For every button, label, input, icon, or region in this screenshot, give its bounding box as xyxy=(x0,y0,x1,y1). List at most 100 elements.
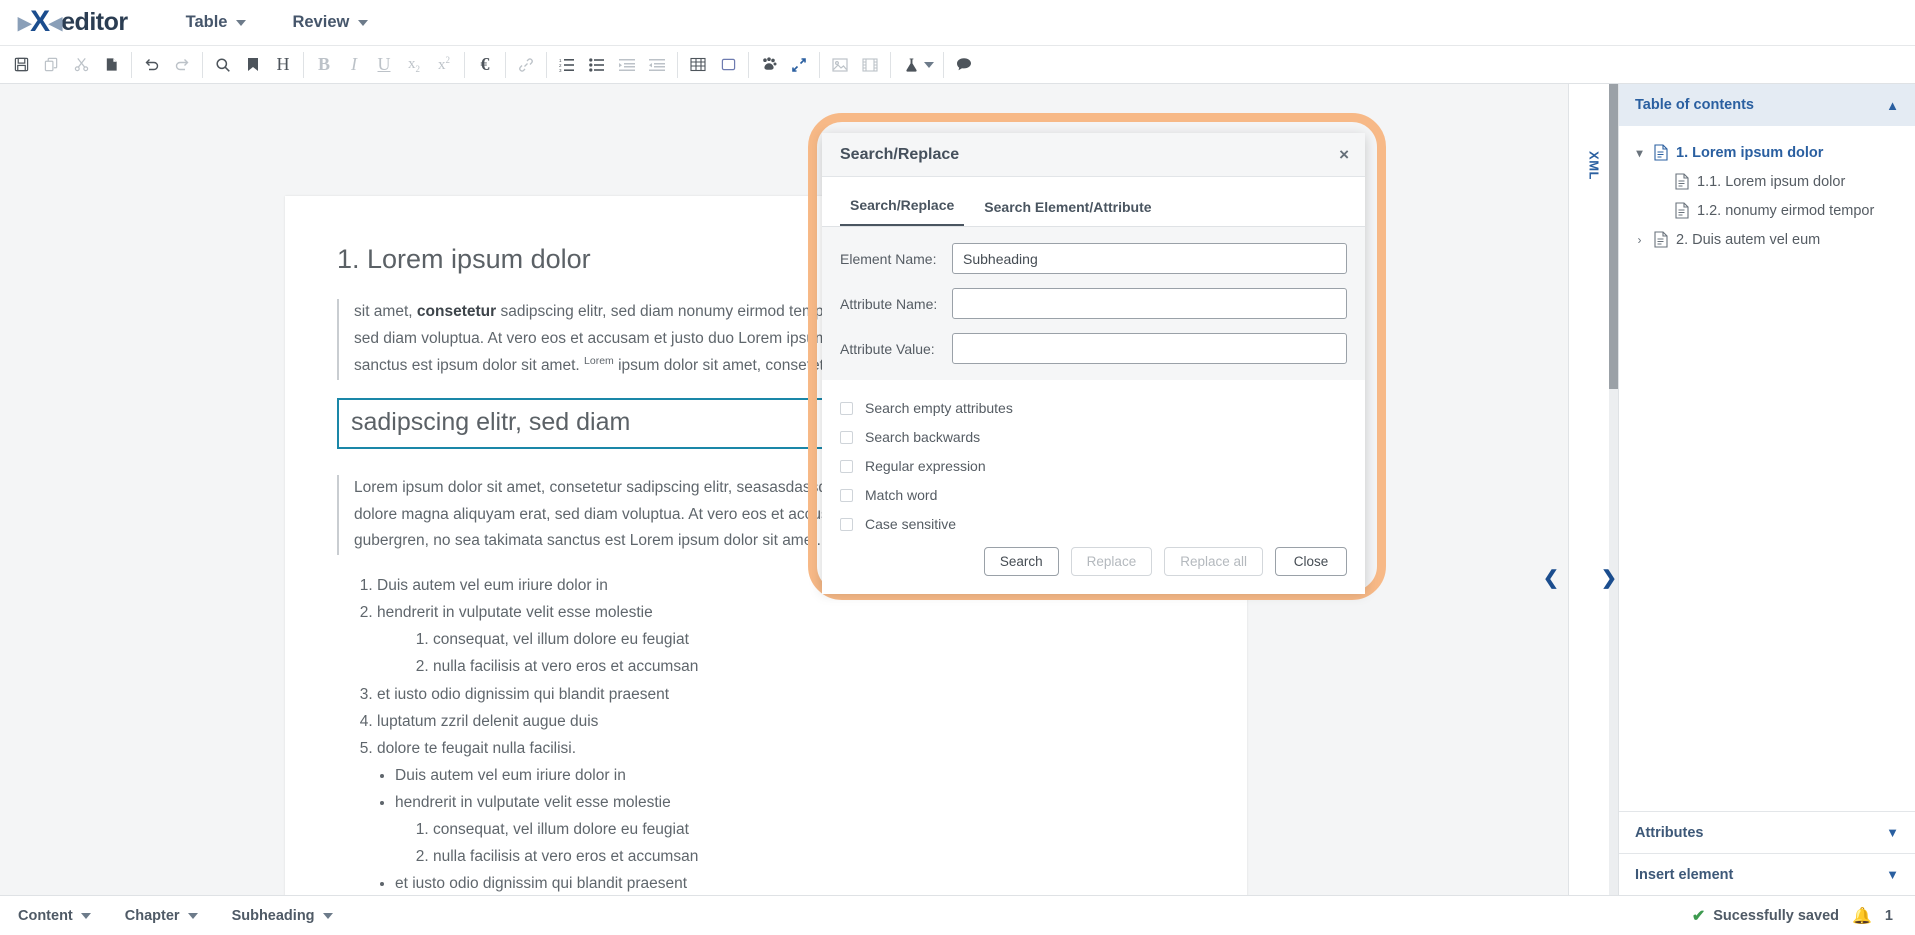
status-bar: Content Chapter Subheading ✔︎ Sucessfull… xyxy=(0,895,1915,935)
footnote-icon[interactable] xyxy=(754,50,784,80)
xml-rail-label[interactable]: XML xyxy=(1586,151,1601,180)
indent-icon[interactable] xyxy=(612,50,642,80)
option-label: Regular expression xyxy=(865,458,986,474)
option-case-sensitive[interactable]: Case sensitive xyxy=(840,510,1347,539)
tab-search-element-attribute[interactable]: Search Element/Attribute xyxy=(974,193,1161,226)
list-item[interactable]: hendrerit in vulputate velit esse molest… xyxy=(395,790,1195,815)
option-label: Case sensitive xyxy=(865,516,957,532)
menu-item-table[interactable]: Table xyxy=(184,9,249,36)
xml-rail[interactable]: XML xyxy=(1568,84,1618,895)
close-icon[interactable]: × xyxy=(1339,145,1349,165)
replace-all-button: Replace all xyxy=(1164,547,1263,576)
unordered-list-icon[interactable] xyxy=(582,50,612,80)
chevron-down-icon[interactable]: ▾ xyxy=(1633,146,1646,160)
cut-icon[interactable] xyxy=(66,50,96,80)
list-item[interactable]: et iusto odio dignissim qui blandit prae… xyxy=(395,871,1195,895)
search-button[interactable]: Search xyxy=(983,547,1059,576)
save-icon[interactable] xyxy=(6,50,36,80)
bookmark-icon[interactable] xyxy=(238,50,268,80)
special-character-icon[interactable]: € xyxy=(470,50,500,80)
menu-item-review[interactable]: Review xyxy=(290,9,370,36)
paste-icon[interactable] xyxy=(96,50,126,80)
link-icon[interactable] xyxy=(511,50,541,80)
video-icon[interactable] xyxy=(855,50,885,80)
chevron-up-icon[interactable]: ▲ xyxy=(1886,98,1899,113)
heading-icon[interactable]: H xyxy=(268,50,298,80)
checkbox-icon[interactable] xyxy=(840,430,853,444)
checkbox-icon[interactable] xyxy=(840,459,853,473)
chevron-down-icon[interactable]: ▼ xyxy=(1886,825,1899,840)
outdent-icon[interactable] xyxy=(642,50,672,80)
close-button[interactable]: Close xyxy=(1275,547,1347,576)
underline-icon[interactable]: U xyxy=(369,50,399,80)
ordered-sublist[interactable]: consequat, vel illum dolore eu feugiat n… xyxy=(377,627,1195,679)
list-item[interactable]: dolore te feugait nulla facilisi. xyxy=(377,736,1195,761)
list-item[interactable]: hendrerit in vulputate velit esse molest… xyxy=(377,600,1195,625)
toc-item-1-lorem-ipsum-dolor[interactable]: ▾ 1. Lorem ipsum dolor xyxy=(1619,138,1915,167)
element-name-input[interactable] xyxy=(952,243,1347,274)
collapse-left-icon[interactable]: ❮ xyxy=(1543,569,1559,588)
toc-item-2-duis-autem-vel-eum[interactable]: › 2. Duis autem vel eum xyxy=(1619,225,1915,254)
attribute-name-input[interactable] xyxy=(952,288,1347,319)
subscript-icon[interactable]: x2 xyxy=(399,50,429,80)
list-item[interactable]: luptatum zzril delenit augue duis xyxy=(377,709,1195,734)
attribute-value-input[interactable] xyxy=(952,333,1347,364)
document-icon xyxy=(1675,173,1689,190)
ordered-list[interactable]: Duis autem vel eum iriure dolor in hendr… xyxy=(343,573,1195,761)
toolbar-separator xyxy=(748,51,749,78)
list-item[interactable]: Duis autem vel eum iriure dolor in xyxy=(395,763,1195,788)
vertical-scrollbar[interactable] xyxy=(1609,84,1618,895)
breadcrumb-item-content[interactable]: Content xyxy=(18,908,91,924)
formula-dropdown-icon[interactable] xyxy=(924,61,934,68)
ordered-list-icon[interactable]: 123 xyxy=(552,50,582,80)
option-search-empty-attributes[interactable]: Search empty attributes xyxy=(840,394,1347,423)
toc-item-1-2-nonumy-eirmod-tempor[interactable]: 1.2. nonumy eirmod tempor xyxy=(1619,196,1915,225)
checkbox-icon[interactable] xyxy=(840,517,853,531)
panel-section-attributes[interactable]: Attributes ▼ xyxy=(1619,811,1915,853)
toolbar-separator xyxy=(943,51,944,78)
option-search-backwards[interactable]: Search backwards xyxy=(840,423,1347,452)
list-item[interactable]: nulla facilisis at vero eros et accumsan xyxy=(433,654,1195,679)
fullscreen-icon[interactable] xyxy=(784,50,814,80)
checkbox-icon[interactable] xyxy=(840,401,853,415)
toolbar-group-format: B I U x2 x2 xyxy=(309,46,459,83)
chevron-right-icon[interactable]: › xyxy=(1633,233,1646,247)
panel-section-insert-element[interactable]: Insert element ▼ xyxy=(1619,853,1915,895)
superscript-icon-label: x2 xyxy=(438,55,450,73)
toolbar-group-find: H xyxy=(208,46,298,83)
tab-search-replace[interactable]: Search/Replace xyxy=(840,191,965,226)
checkbox-icon[interactable] xyxy=(840,488,853,502)
panel-section-table-of-contents[interactable]: Table of contents ▲ xyxy=(1619,84,1915,126)
toolbar-separator xyxy=(303,51,304,78)
list-item[interactable]: et iusto odio dignissim qui blandit prae… xyxy=(377,682,1195,707)
redo-icon[interactable] xyxy=(167,50,197,80)
italic-icon[interactable]: I xyxy=(339,50,369,80)
option-match-word[interactable]: Match word xyxy=(840,481,1347,510)
superscript-icon[interactable]: x2 xyxy=(429,50,459,80)
comment-icon[interactable] xyxy=(949,50,979,80)
bold-icon[interactable]: B xyxy=(309,50,339,80)
scrollbar-thumb[interactable] xyxy=(1609,84,1618,389)
bell-icon[interactable]: 🔔 xyxy=(1852,906,1872,926)
toolbar-group-history xyxy=(137,46,197,83)
breadcrumb-item-chapter[interactable]: Chapter xyxy=(125,908,198,924)
option-regular-expression[interactable]: Regular expression xyxy=(840,452,1347,481)
collapse-right-icon[interactable]: ❯ xyxy=(1601,569,1617,588)
table-icon[interactable] xyxy=(683,50,713,80)
unordered-sublist[interactable]: consequat, vel illum dolore eu feugiat n… xyxy=(395,817,1195,869)
undo-icon[interactable] xyxy=(137,50,167,80)
list-item[interactable]: nulla facilisis at vero eros et accumsan xyxy=(433,844,1195,869)
toolbar: H B I U x2 x2 € 123 xyxy=(0,46,1915,84)
copy-icon[interactable] xyxy=(36,50,66,80)
list-item[interactable]: consequat, vel illum dolore eu feugiat xyxy=(433,627,1195,652)
image-icon[interactable] xyxy=(825,50,855,80)
list-item[interactable]: consequat, vel illum dolore eu feugiat xyxy=(433,817,1195,842)
unordered-list[interactable]: Duis autem vel eum iriure dolor in hendr… xyxy=(343,763,1195,895)
breadcrumb-item-subheading[interactable]: Subheading xyxy=(232,908,333,924)
search-icon[interactable] xyxy=(208,50,238,80)
text-box-icon[interactable] xyxy=(713,50,743,80)
field-row-attribute-name: Attribute Name: xyxy=(840,288,1347,319)
formula-icon[interactable] xyxy=(896,50,926,80)
chevron-down-icon[interactable]: ▼ xyxy=(1886,867,1899,882)
toc-item-1-1-lorem-ipsum-dolor[interactable]: 1.1. Lorem ipsum dolor xyxy=(1619,167,1915,196)
